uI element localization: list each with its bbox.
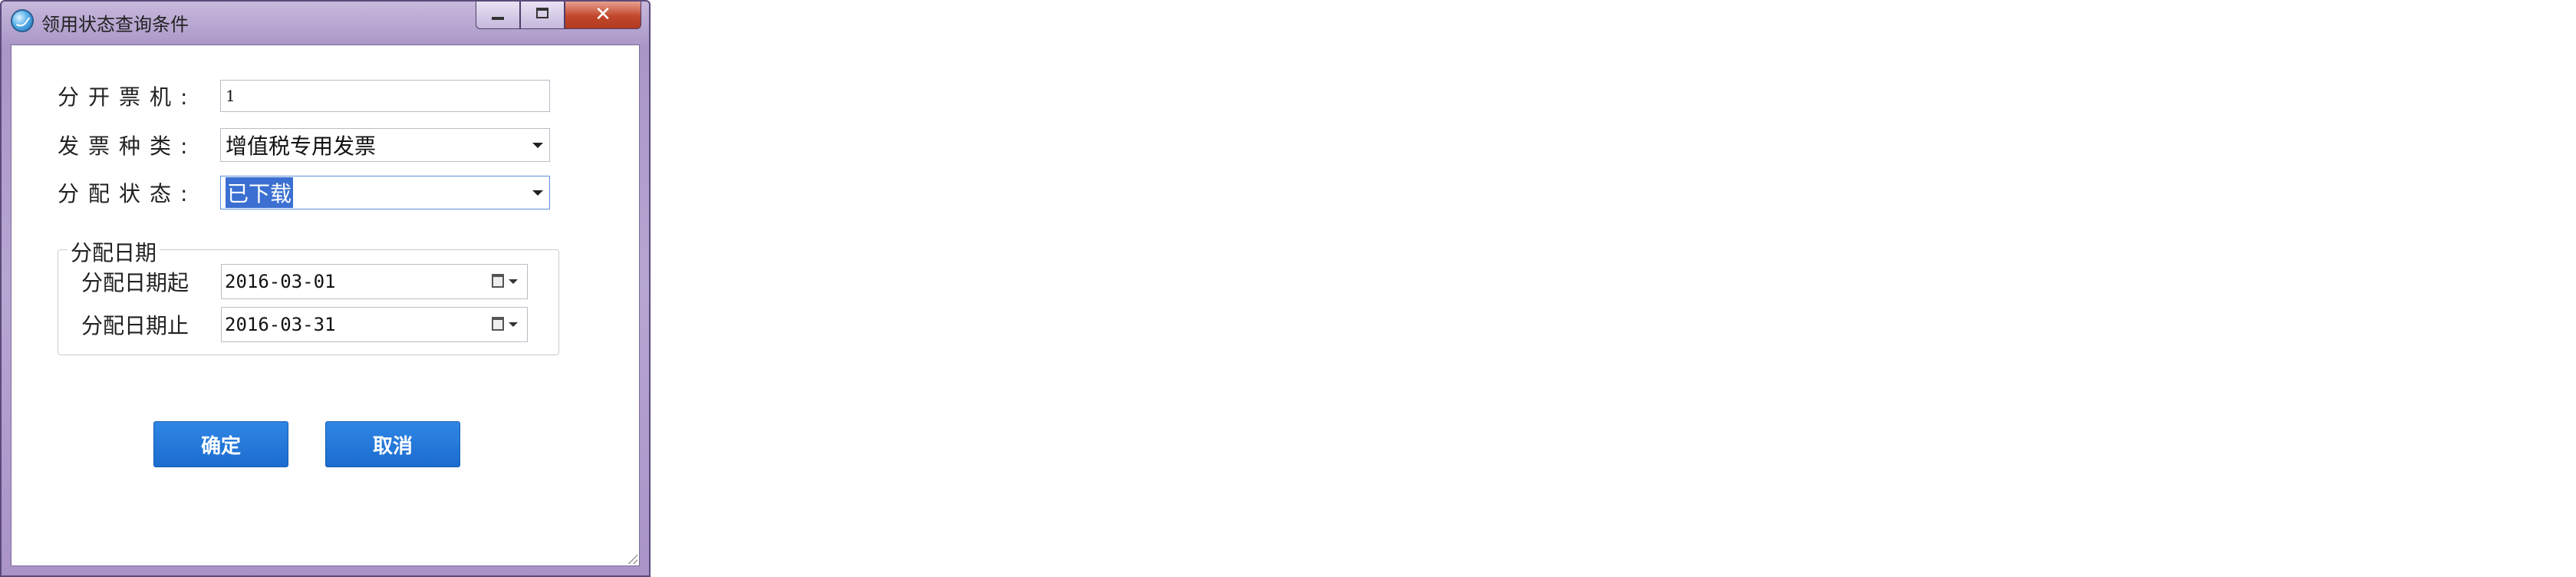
chevron-down-icon[interactable] [532,143,543,148]
cancel-button[interactable]: 取消 [325,421,460,467]
start-date-field[interactable]: 2016-03-01 [221,264,528,299]
invoice-type-label: 发票种类: [58,134,197,159]
close-icon: ✕ [595,3,611,26]
maximize-button[interactable] [520,2,565,29]
date-picker-button[interactable] [490,315,521,334]
confirm-button[interactable]: 确定 [153,421,288,467]
end-date-field[interactable]: 2016-03-31 [221,307,528,342]
date-picker-button[interactable] [490,272,521,291]
start-date-label: 分配日期起 [81,270,189,295]
minimize-icon [492,17,504,20]
calendar-icon [492,317,504,331]
status-value: 已下载 [226,177,294,208]
chevron-down-icon [509,322,518,327]
invoice-type-select[interactable]: 增值税专用发票 [220,128,550,162]
status-select[interactable]: 已下载 [220,176,550,209]
calendar-icon [492,274,504,288]
machine-input[interactable]: 1 [220,80,550,112]
minimize-button[interactable] [476,2,520,29]
machine-label: 分开票机: [58,84,197,110]
query-dialog: 领用状态查询条件 ✕ 分开票机: 1 发票种类: 增值税专用发票 分配状态: 已… [0,0,651,577]
invoice-type-value: 增值税专用发票 [226,134,377,159]
invoice-type-row: 发票种类: [58,128,226,162]
window-title: 领用状态查询条件 [41,14,189,35]
status-row: 分配状态: [58,176,226,209]
dialog-body: 分开票机: 1 发票种类: 增值税专用发票 分配状态: 已下载 分配日期 分配日… [11,45,640,566]
machine-row: 分开票机: [58,79,226,113]
close-button[interactable]: ✕ [565,2,641,29]
end-date-row: 分配日期止 [81,307,189,342]
app-logo-icon [11,9,34,32]
date-groupbox: 分配日期 分配日期起 2016-03-01 分配日期止 2016-03-31 [58,236,559,355]
end-date-value: 2016-03-31 [225,314,336,335]
title-bar[interactable]: 领用状态查询条件 ✕ [2,2,649,40]
window-controls: ✕ [476,2,641,31]
start-date-value: 2016-03-01 [225,271,336,292]
resize-grip-icon[interactable] [625,552,637,564]
end-date-label: 分配日期止 [81,313,189,338]
start-date-row: 分配日期起 [81,264,189,299]
chevron-down-icon[interactable] [532,190,543,196]
chevron-down-icon [509,279,518,284]
maximize-icon [536,8,548,18]
status-label: 分配状态: [58,181,197,206]
date-group-title: 分配日期 [68,236,160,267]
